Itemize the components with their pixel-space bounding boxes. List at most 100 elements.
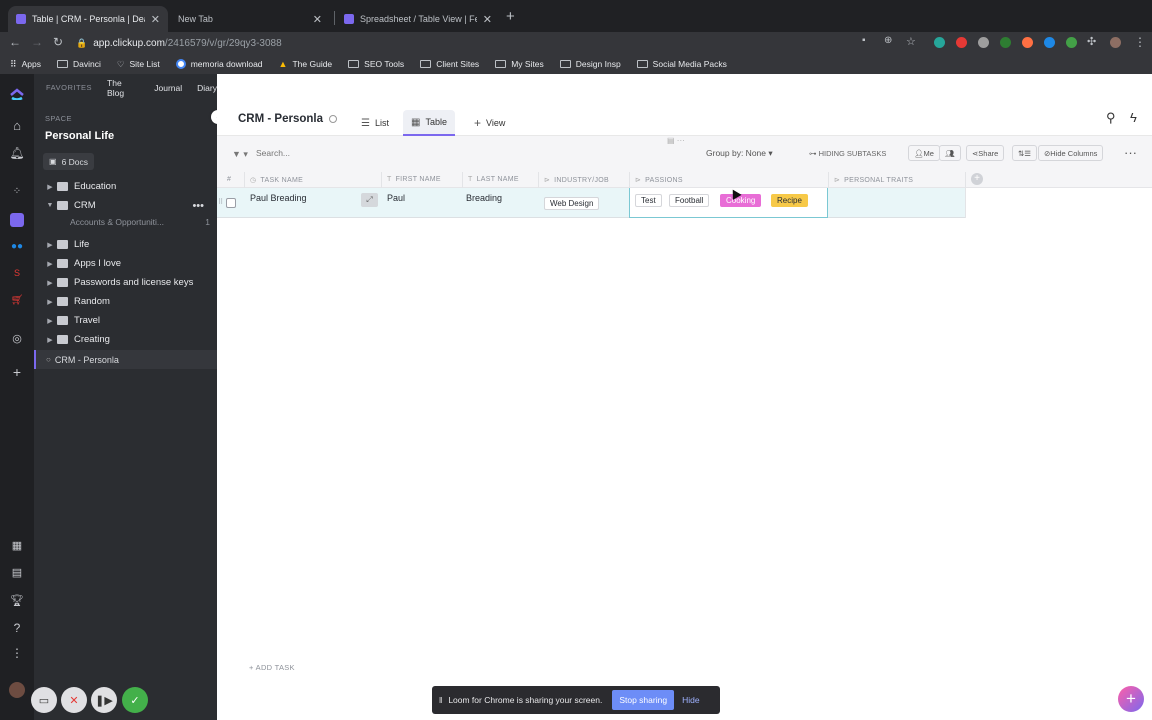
extension-icon[interactable] [956, 37, 967, 48]
share-button[interactable]: ⋖ Share [966, 145, 1005, 161]
column-header-first-name[interactable]: T FIRST NAME [387, 176, 441, 183]
filter-funnel-icon[interactable]: ▼ ▾ [232, 149, 248, 160]
bookmark-my-sites[interactable]: My Sites [495, 59, 544, 69]
finish-recording-check-icon[interactable]: ✓ [122, 687, 148, 713]
sidebar-folder-apps[interactable]: ▶ Apps I love [34, 254, 217, 273]
space-icon[interactable]: S [0, 268, 34, 278]
first-name-cell[interactable]: Paul [387, 193, 405, 203]
caret-right-icon[interactable]: ▶ [43, 260, 57, 268]
column-settings-button[interactable]: ⇅☰ [1012, 145, 1038, 161]
profile-avatar[interactable] [1110, 37, 1121, 48]
puzzle-extensions-icon[interactable]: ✣ [1087, 35, 1096, 48]
caret-down-icon[interactable]: ▼ [43, 202, 57, 209]
extension-icon[interactable] [934, 37, 945, 48]
close-icon[interactable]: ✕ [151, 13, 160, 26]
sidebar-folder-creating[interactable]: ▶ Creating [34, 330, 217, 349]
back-arrow-icon[interactable]: ← [9, 35, 21, 49]
favorite-item[interactable]: Diary [197, 83, 217, 93]
user-avatar[interactable] [0, 682, 34, 701]
browser-tab-active[interactable]: Table | CRM - Personla | Dean ✕ [8, 6, 168, 32]
home-icon[interactable]: ⌂ [0, 118, 34, 133]
bookmark-memoria[interactable]: memoria download [175, 59, 263, 69]
tab-table[interactable]: ▦ Table [403, 110, 455, 136]
passion-tag[interactable]: Football [669, 194, 710, 207]
clickup-logo-icon[interactable] [0, 84, 34, 103]
hide-button[interactable]: Hide [682, 695, 699, 705]
sidebar-folder-life[interactable]: ▶ Life [34, 235, 217, 254]
evernote-extension-icon[interactable] [1066, 37, 1077, 48]
extension-icon[interactable] [1000, 37, 1011, 48]
eye-icon[interactable]: ◎ [0, 332, 34, 345]
extension-icon[interactable] [978, 37, 989, 48]
cart-icon[interactable]: 🛒︎ [0, 295, 34, 306]
assignees-button[interactable]: 👥︎ [939, 145, 961, 161]
forward-arrow-icon[interactable]: → [31, 35, 43, 49]
bell-icon[interactable]: 🔔︎ [0, 146, 34, 160]
dashboard-icon[interactable]: ▦ [0, 539, 34, 552]
passion-tag[interactable]: Recipe [771, 194, 808, 207]
favorite-item[interactable]: The Blog [107, 78, 139, 98]
column-header-passions[interactable]: ⊳ PASSIONS [635, 176, 683, 184]
hide-columns-button[interactable]: ⊘ Hide Columns [1038, 145, 1104, 161]
caret-right-icon[interactable]: ▶ [43, 336, 57, 344]
group-by-dropdown[interactable]: Group by: None ▾ [706, 148, 773, 159]
bookmark-client-sites[interactable]: Client Sites [420, 59, 479, 69]
row-checkbox[interactable] [226, 198, 236, 208]
browser-tab[interactable]: Spreadsheet / Table View | Fea ✕ [336, 6, 500, 32]
more-horizontal-icon[interactable]: ··· [1124, 145, 1137, 160]
plus-circle-icon[interactable]: ⊕ [884, 35, 892, 46]
bookmark-seo-tools[interactable]: SEO Tools [348, 59, 404, 69]
caret-right-icon[interactable]: ▶ [43, 317, 57, 325]
extension-icon[interactable] [1044, 37, 1055, 48]
passion-tag[interactable]: Cooking [720, 194, 762, 207]
info-icon[interactable] [329, 115, 337, 123]
add-view-button[interactable]: + View [466, 110, 513, 136]
bookmark-the-guide[interactable]: ▲ The Guide [279, 59, 333, 69]
sidebar-list-accounts[interactable]: Accounts & Opportuniti... 1 [70, 217, 210, 227]
column-header-task-name[interactable]: ◷ TASK NAME [250, 176, 303, 184]
sidebar-folder-travel[interactable]: ▶ Travel [34, 311, 217, 330]
search-input[interactable] [256, 148, 436, 158]
bookmark-davinci[interactable]: Davinci [56, 59, 101, 69]
extension-icon[interactable] [1022, 37, 1033, 48]
apps-icon[interactable]: ⁘ [0, 186, 34, 197]
chrome-menu-icon[interactable]: ⋮ [1134, 35, 1146, 49]
camera-toggle-icon[interactable]: ▭ [31, 687, 57, 713]
more-horizontal-icon[interactable]: ••• [192, 200, 204, 212]
trophy-icon[interactable]: 🏆︎ [0, 594, 34, 607]
add-space-plus-icon[interactable]: + [0, 364, 34, 380]
hiding-subtasks-toggle[interactable]: ⊶ HIDING SUBTASKS [809, 149, 886, 158]
caret-right-icon[interactable]: ▶ [43, 279, 57, 287]
caret-right-icon[interactable]: ▶ [43, 298, 57, 306]
add-column-plus-icon[interactable]: + [971, 173, 983, 185]
address-bar[interactable]: 🔒 app.clickup.com/2416579/v/gr/29qy3-308… [76, 34, 926, 52]
reload-icon[interactable]: ↻ [53, 35, 63, 49]
column-header-personal-traits[interactable]: ⊳ PERSONAL TRAITS [834, 176, 913, 184]
sidebar-folder-crm[interactable]: ▼ CRM ••• [34, 196, 217, 215]
search-icon[interactable]: ⚲ [1106, 110, 1116, 126]
lightning-icon[interactable]: ϟ [1130, 110, 1137, 125]
bookmark-design-insp[interactable]: Design Insp [559, 59, 621, 69]
sidebar-list-crm-personla[interactable]: ○ CRM - Personla [34, 350, 217, 369]
table-row[interactable]: ⠿ Paul Breading ⤢ Paul Breading Web Desi… [217, 188, 965, 218]
cancel-recording-icon[interactable]: ✕ [61, 687, 87, 713]
more-vertical-icon[interactable]: ⋮ [0, 646, 34, 660]
column-header-last-name[interactable]: T LAST NAME [468, 176, 519, 183]
expand-task-icon[interactable]: ⤢ [361, 193, 378, 207]
quick-create-plus-icon[interactable]: + [1118, 686, 1144, 712]
close-icon[interactable]: ✕ [313, 13, 322, 26]
browser-tab[interactable]: New Tab ✕ [170, 6, 330, 32]
sidebar-folder-passwords[interactable]: ▶ Passwords and license keys [34, 273, 217, 292]
space-name[interactable]: Personal Life [45, 130, 114, 142]
drag-handle-icon[interactable]: ⠿ [218, 198, 223, 206]
task-name-cell[interactable]: Paul Breading [250, 193, 307, 203]
me-filter-button[interactable]: 👤︎ Me [908, 145, 940, 161]
sidebar-folder-random[interactable]: ▶ Random [34, 292, 217, 311]
docs-icon[interactable]: ▤ [0, 566, 34, 579]
new-tab-plus-icon[interactable]: + [506, 8, 515, 25]
passion-tag[interactable]: Test [635, 194, 662, 207]
last-name-cell[interactable]: Breading [466, 193, 502, 203]
docs-button[interactable]: ▣ 6 Docs [43, 153, 95, 170]
favorite-item[interactable]: Journal [154, 83, 182, 93]
tab-list[interactable]: ☰ List [353, 110, 397, 136]
